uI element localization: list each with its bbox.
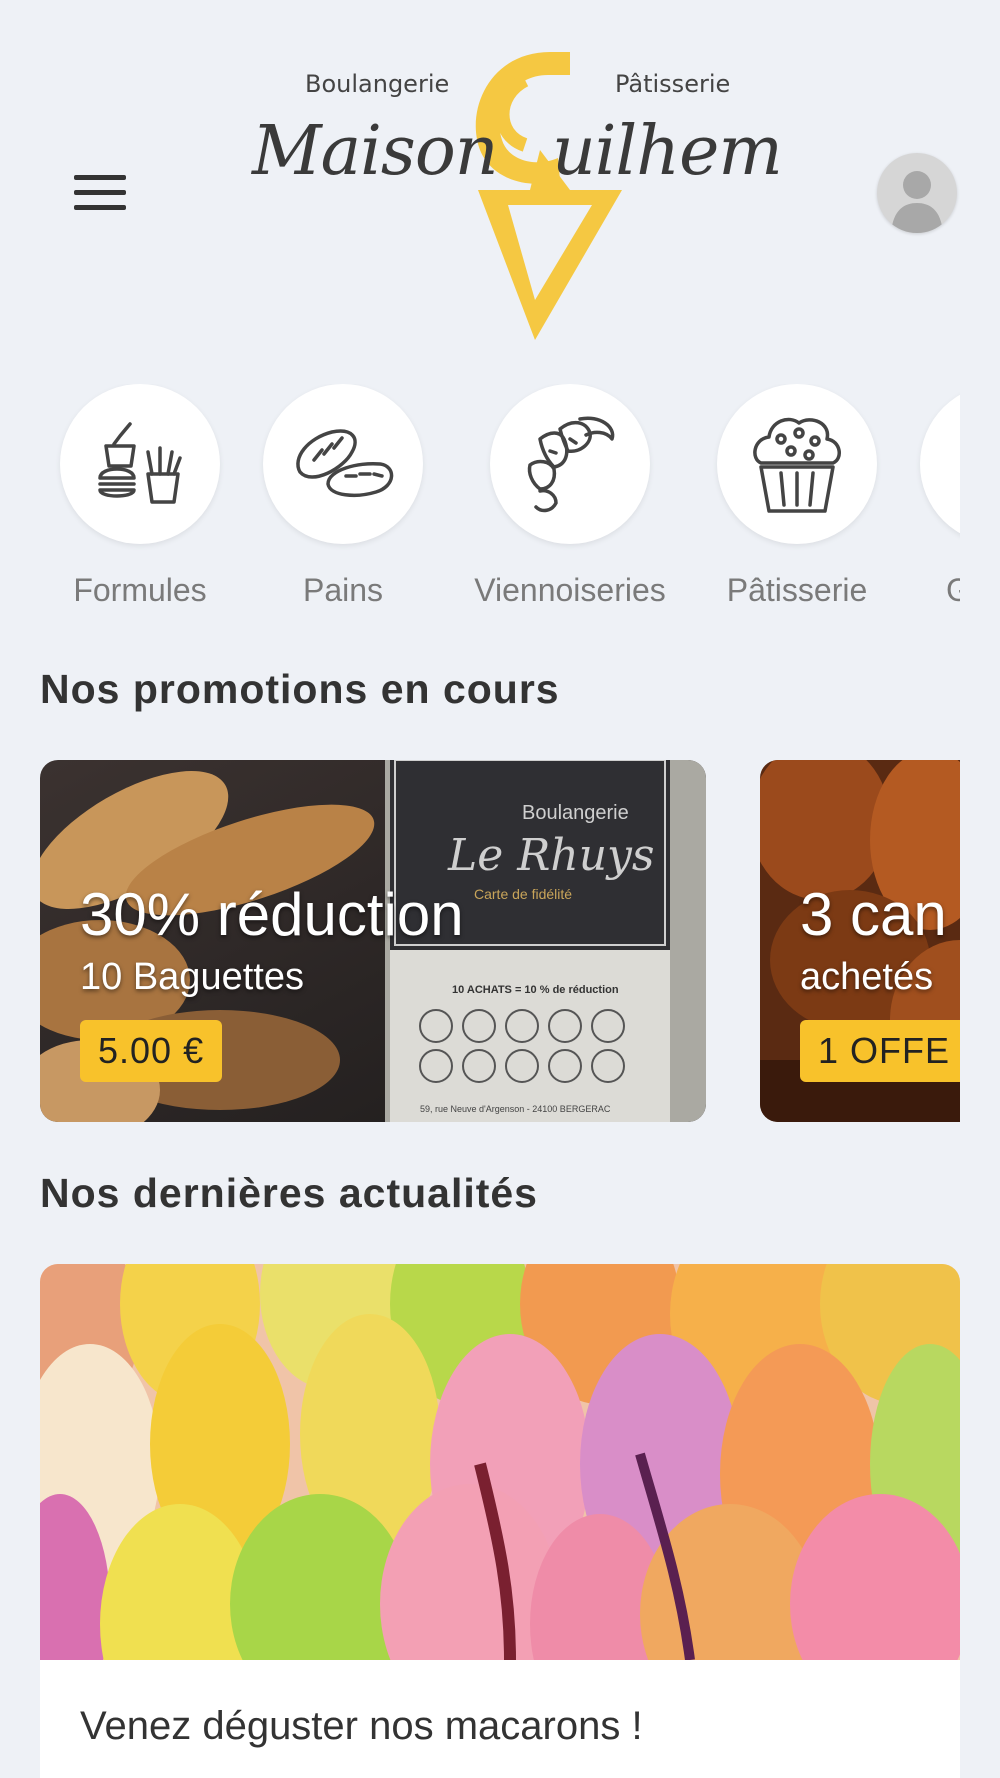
header: Boulangerie Pâtisserie Maison uilhem [0,0,1000,360]
category-label: Pâtisserie [726,572,868,608]
user-avatar[interactable] [877,153,957,233]
person-silhouette-icon [891,171,943,233]
app-screen: Boulangerie Pâtisserie Maison uilhem For… [0,0,1000,1778]
logo-patisserie-text: Pâtisserie [615,70,731,98]
category-pains[interactable]: Pains [243,384,443,609]
card-name-text: Le Rhuys [448,830,655,881]
card-brand-text: Boulangerie [522,802,629,824]
category-carousel[interactable]: Formules Pains Viennoiseries Pâtisserie … [0,384,960,614]
category-formules[interactable]: Formules [40,384,240,609]
news-item-title: Venez déguster nos macarons ! [80,1704,643,1748]
promo-price-badge: 5.00 € [80,1020,223,1082]
brand-logo: Boulangerie Pâtisserie Maison uilhem [240,40,800,350]
card-rule-text: 10 ACHATS = 10 % de réduction [452,984,619,996]
logo-maison-text: Maison [252,112,499,191]
promo-subtitle: achetés [800,956,934,998]
category-label: Formules [73,572,207,608]
category-viennoiseries[interactable]: Viennoiseries [470,384,670,609]
promotions-heading: Nos promotions en cours [40,666,560,712]
promo-card[interactable]: 3 can achetés 1 OFFE [760,760,960,1122]
news-heading: Nos dernières actualités [40,1170,538,1216]
category-partial[interactable]: G [900,384,960,609]
promo-offer-badge: 1 OFFE [800,1020,960,1082]
promo-title: 3 can [800,881,947,948]
news-card[interactable]: Venez déguster nos macarons ! [40,1264,960,1778]
category-label: Pains [302,572,384,608]
card-caption-text: Carte de fidélité [474,886,573,902]
burger-fries-icon [60,384,220,544]
croissant-icon [490,384,650,544]
bread-icon [263,384,423,544]
hamburger-menu-icon[interactable] [74,175,126,215]
promo-subtitle: 10 Baguettes [80,956,304,998]
category-patisserie[interactable]: Pâtisserie [697,384,897,609]
partial-category-icon [920,384,960,544]
logo-boulangerie-text: Boulangerie [305,70,450,98]
logo-uilhem-text: uilhem [552,112,783,191]
promotions-carousel[interactable]: Boulangerie Le Rhuys Carte de fidélité 1… [40,760,960,1122]
card-address-text: 59, rue Neuve d'Argenson - 24100 BERGERA… [420,1104,611,1114]
promo-card[interactable]: Boulangerie Le Rhuys Carte de fidélité 1… [40,760,706,1122]
category-label: G [946,572,960,608]
macarons-image [40,1264,960,1660]
category-label: Viennoiseries [474,572,666,608]
promo-title: 30% réduction [80,881,464,948]
muffin-icon [717,384,877,544]
